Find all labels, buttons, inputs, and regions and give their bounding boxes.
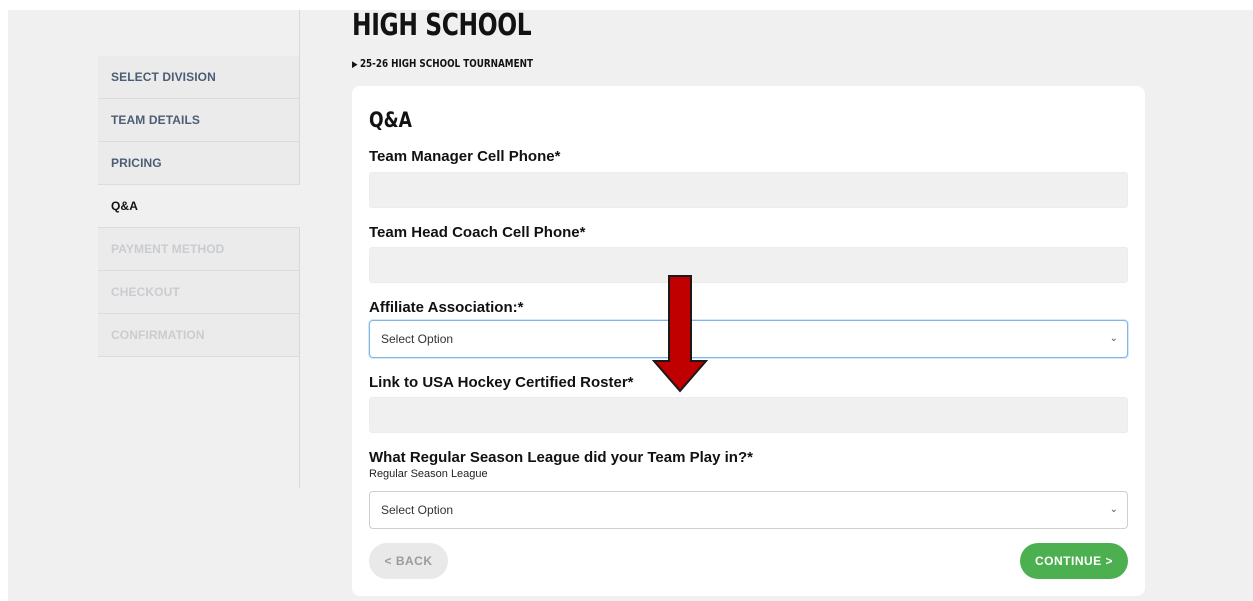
affiliate-association-value: Select Option bbox=[381, 332, 454, 346]
chevron-down-icon: ⌄ bbox=[1109, 333, 1118, 344]
triangle-right-icon: ▶ bbox=[352, 60, 358, 70]
breadcrumb: ▶ 25-26 HIGH SCHOOL TOURNAMENT bbox=[352, 57, 533, 70]
affiliate-association-label: Affiliate Association:* bbox=[369, 299, 524, 316]
step-select-division[interactable]: SELECT DIVISION bbox=[98, 56, 299, 99]
league-value: Select Option bbox=[381, 503, 454, 517]
back-button[interactable]: < BACK bbox=[369, 543, 448, 579]
step-checkout: CHECKOUT bbox=[98, 271, 299, 314]
back-label: BACK bbox=[395, 554, 433, 568]
qa-form-card: Q&A Team Manager Cell Phone* Team Head C… bbox=[352, 86, 1145, 596]
page-title: HIGH SCHOOL bbox=[352, 8, 532, 43]
roster-link-input[interactable] bbox=[369, 397, 1128, 433]
form-title: Q&A bbox=[369, 108, 412, 132]
continue-label: CONTINUE bbox=[1034, 554, 1102, 568]
chevron-right-icon: > bbox=[1101, 554, 1113, 568]
continue-button[interactable]: CONTINUE > bbox=[1020, 543, 1128, 579]
step-confirmation: CONFIRMATION bbox=[98, 314, 299, 357]
step-payment-method: PAYMENT METHOD bbox=[98, 228, 299, 271]
step-pricing[interactable]: PRICING bbox=[98, 142, 299, 185]
league-select[interactable]: Select Option ⌄ bbox=[369, 491, 1128, 529]
breadcrumb-label: 25-26 HIGH SCHOOL TOURNAMENT bbox=[359, 57, 533, 70]
league-sublabel: Regular Season League bbox=[369, 468, 488, 480]
sidebar-divider bbox=[299, 10, 300, 488]
chevron-down-icon: ⌄ bbox=[1109, 504, 1118, 515]
chevron-left-icon: < bbox=[384, 554, 396, 568]
affiliate-association-select[interactable]: Select Option ⌄ bbox=[369, 320, 1128, 358]
down-arrow-icon bbox=[652, 275, 708, 393]
manager-phone-input[interactable] bbox=[369, 172, 1128, 208]
coach-phone-input[interactable] bbox=[369, 247, 1128, 283]
league-label: What Regular Season League did your Team… bbox=[369, 449, 753, 466]
step-team-details[interactable]: TEAM DETAILS bbox=[98, 99, 299, 142]
step-sidebar: SELECT DIVISION TEAM DETAILS PRICING Q&A… bbox=[98, 56, 300, 357]
coach-phone-label: Team Head Coach Cell Phone* bbox=[369, 224, 586, 241]
step-qa[interactable]: Q&A bbox=[98, 185, 300, 228]
manager-phone-label: Team Manager Cell Phone* bbox=[369, 148, 561, 165]
roster-link-label: Link to USA Hockey Certified Roster* bbox=[369, 374, 634, 391]
